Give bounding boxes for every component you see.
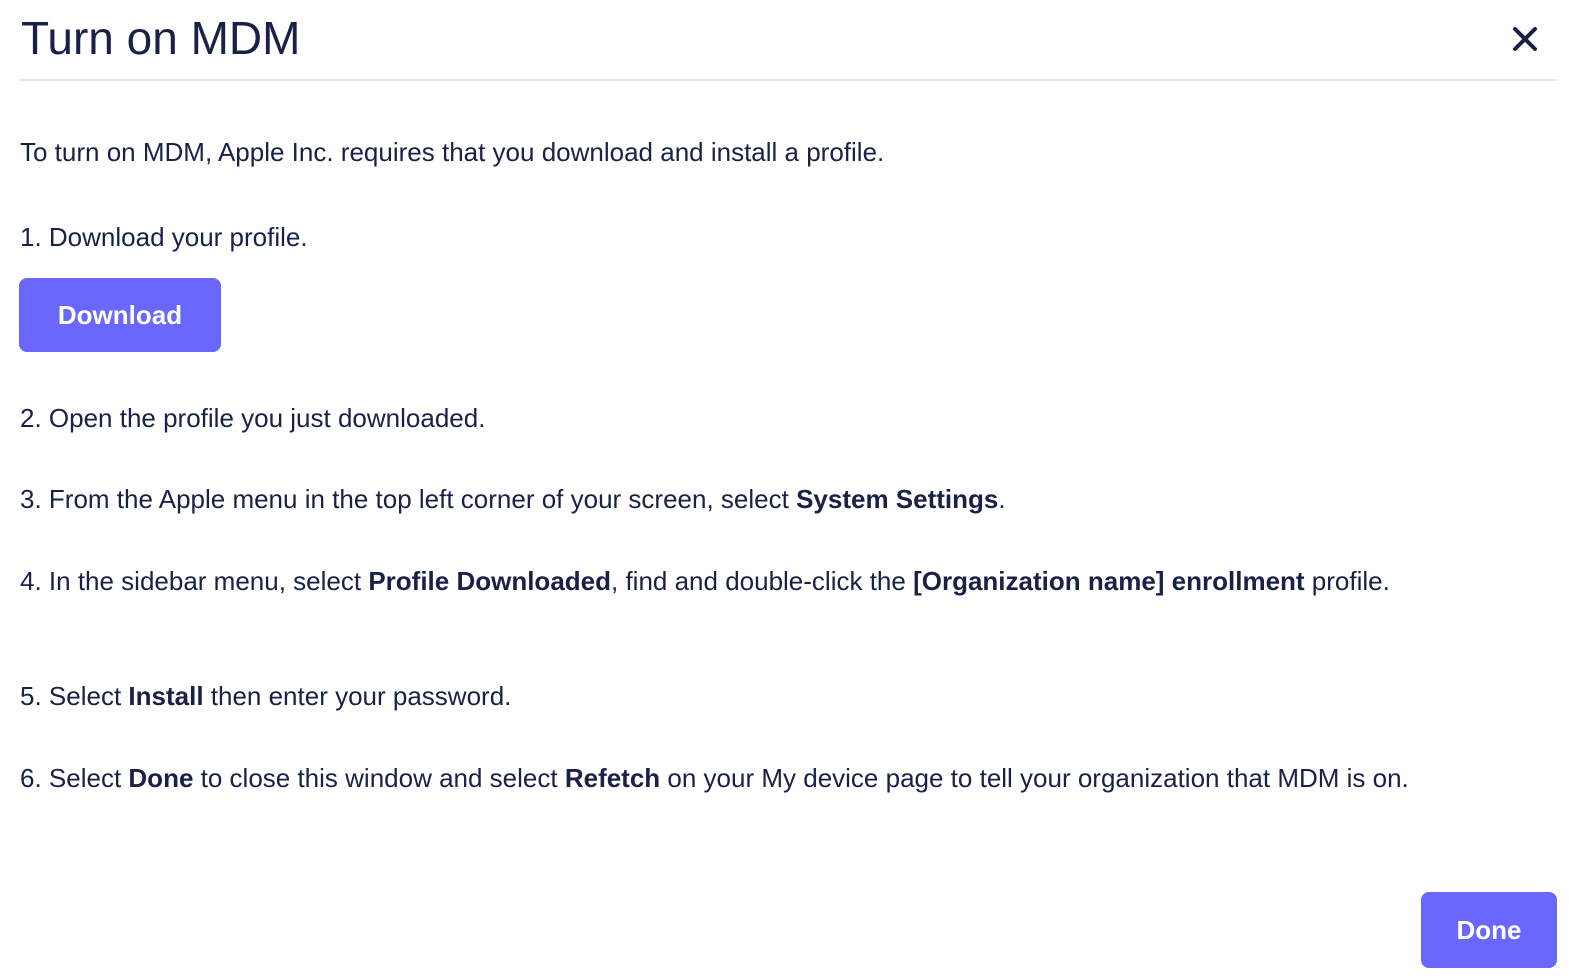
done-strong: Done [128, 763, 194, 793]
profile-downloaded-strong: Profile Downloaded [368, 566, 611, 596]
step-4-pre: 4. In the sidebar menu, select [20, 566, 369, 596]
step-5-post: then enter your password. [203, 681, 512, 711]
step-5-text: 5. Select Install then enter your passwo… [20, 679, 1540, 713]
modal-title: Turn on MDM [21, 12, 301, 64]
refetch-strong: Refetch [564, 763, 661, 793]
modal-header: Turn on MDM [19, 0, 1556, 81]
download-button[interactable]: Download [19, 278, 221, 352]
done-button[interactable]: Done [1421, 892, 1557, 968]
step-6-text: 6. Select Done to close this window and … [20, 761, 1540, 795]
step-1-text: 1. Download your profile. [20, 222, 308, 252]
step-2-text: 2. Open the profile you just downloaded. [20, 403, 486, 433]
step-5-pre: 5. Select [20, 681, 129, 711]
install-strong: Install [128, 681, 204, 711]
system-settings-strong: System Settings [796, 484, 999, 514]
step-3-text: 3. From the Apple menu in the top left c… [20, 482, 1540, 516]
turn-on-mdm-modal: Turn on MDM To turn on MDM, Apple Inc. r… [0, 0, 1569, 978]
intro-text: To turn on MDM, Apple Inc. requires that… [20, 137, 885, 167]
organization-enrollment-strong: [Organization name] enrollment [913, 566, 1305, 596]
close-icon [1513, 27, 1537, 51]
step-4-post: profile. [1304, 566, 1390, 596]
step-3-pre: 3. From the Apple menu in the top left c… [20, 484, 797, 514]
step-4-text: 4. In the sidebar menu, select Profile D… [20, 564, 1540, 598]
close-button[interactable] [1506, 20, 1544, 58]
step-4-mid: , find and double-click the [611, 566, 914, 596]
step-6-mid: to close this window and select [193, 763, 565, 793]
step-6-pre: 6. Select [20, 763, 129, 793]
step-3-post: . [998, 484, 1006, 514]
step-6-post: on your My device page to tell your orga… [660, 763, 1409, 793]
